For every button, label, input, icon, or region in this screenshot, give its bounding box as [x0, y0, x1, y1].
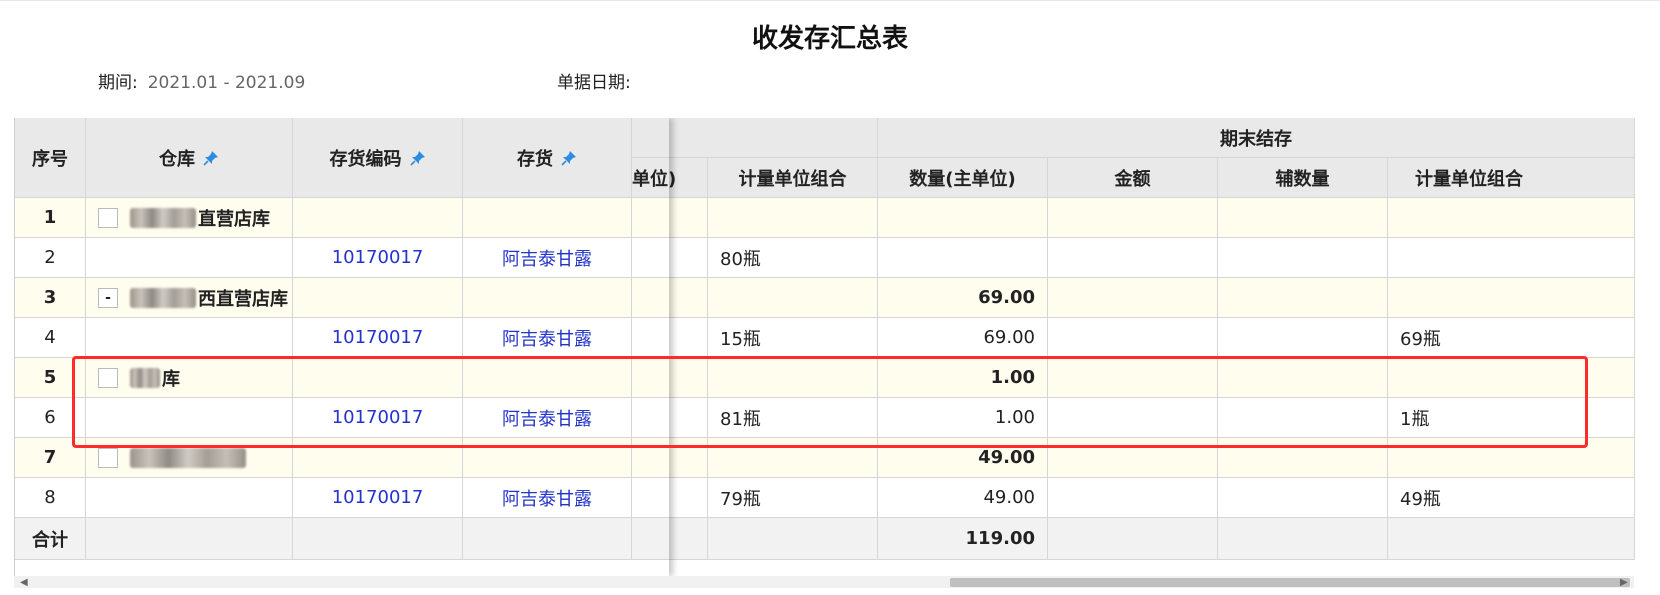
- header-aux-qty[interactable]: 辅数量: [1218, 158, 1388, 198]
- scroll-thumb[interactable]: [950, 578, 1630, 587]
- row-amount: [1048, 278, 1218, 318]
- row-amount: [1048, 198, 1218, 238]
- row-unit-combo: 15瓶: [708, 318, 878, 358]
- row-item[interactable]: 阿吉泰甘露: [463, 238, 632, 278]
- header-amount[interactable]: 金额: [1048, 158, 1218, 198]
- row-warehouse[interactable]: [86, 238, 293, 278]
- row-aux-qty: [1218, 278, 1388, 318]
- total-aux-qty: [1218, 518, 1388, 560]
- row-unit-combo: [708, 278, 878, 318]
- row-item[interactable]: [463, 278, 632, 318]
- row-qty-main: 69.00: [878, 278, 1048, 318]
- row-aux-qty: [1218, 318, 1388, 358]
- row-item[interactable]: [463, 198, 632, 238]
- row-warehouse[interactable]: 直营店库: [86, 198, 293, 238]
- expand-toggle[interactable]: [98, 207, 118, 228]
- row-unit-combo-end: [1388, 238, 1635, 278]
- header-warehouse-label: 仓库: [159, 148, 195, 170]
- report-title: 收发存汇总表: [751, 24, 908, 54]
- total-item: [463, 518, 632, 560]
- row-unit-combo: 79瓶: [708, 478, 878, 518]
- header-unit-combo[interactable]: 计量单位组合: [708, 158, 878, 198]
- row-seq: 8: [15, 478, 86, 518]
- doc-date-label: 单据日期:: [557, 73, 631, 93]
- header-item-code-label: 存货编码: [329, 148, 402, 170]
- summary-grid: 期末结存 单位) 计量单位组合 数量(主单位) 金额 辅数量 计量单位组合 80…: [14, 118, 1635, 576]
- frozen-columns: 序号 仓库 存货编码 存货 1 直营店库 2 10170017 阿吉泰甘露 3- 西直营店库…: [15, 118, 669, 576]
- period-label: 期间:: [98, 73, 138, 93]
- warehouse-name: 直营店库: [198, 208, 270, 230]
- total-amount: [1048, 518, 1218, 560]
- row-aux-qty: [1218, 478, 1388, 518]
- row-amount: [1048, 238, 1218, 278]
- header-unit-combo-end[interactable]: 计量单位组合: [1388, 158, 1635, 198]
- row-unit-combo-end: [1388, 278, 1635, 318]
- row-amount: [1048, 478, 1218, 518]
- row-item[interactable]: 阿吉泰甘露: [463, 478, 632, 518]
- top-divider: [0, 0, 1660, 1]
- row-unit-combo-end: [1388, 198, 1635, 238]
- redacted-warehouse-name: [130, 207, 196, 228]
- row-item-code[interactable]: 10170017: [293, 238, 463, 278]
- row-seq: 3: [15, 278, 86, 318]
- total-unit-combo-end: [1388, 518, 1635, 560]
- row-item-code[interactable]: [293, 198, 463, 238]
- header-warehouse[interactable]: 仓库: [86, 118, 293, 198]
- pin-icon[interactable]: [203, 150, 219, 166]
- row-item-code[interactable]: 10170017: [293, 478, 463, 518]
- highlight-annotation: [72, 356, 1588, 448]
- redacted-warehouse-name: [130, 287, 196, 308]
- scroll-left-arrow-icon[interactable]: ◀: [20, 577, 28, 588]
- total-item-code: [293, 518, 463, 560]
- row-amount: [1048, 318, 1218, 358]
- row-warehouse[interactable]: - 西直营店库: [86, 278, 293, 318]
- horizontal-scrollbar[interactable]: ◀ ▶: [14, 576, 1634, 588]
- row-qty-main: 49.00: [878, 478, 1048, 518]
- row-unit-combo-end: 49瓶: [1388, 478, 1635, 518]
- row-seq: 4: [15, 318, 86, 358]
- expand-toggle[interactable]: [98, 447, 118, 468]
- header-item[interactable]: 存货: [463, 118, 632, 198]
- row-qty-main: [878, 198, 1048, 238]
- pin-icon[interactable]: [409, 150, 426, 166]
- row-seq: 1: [15, 198, 86, 238]
- row-unit-combo: 80瓶: [708, 238, 878, 278]
- row-aux-qty: [1218, 238, 1388, 278]
- doc-date-field: 单据日期:: [557, 68, 631, 93]
- row-seq: 2: [15, 238, 86, 278]
- redacted-warehouse-name: [130, 447, 246, 468]
- total-warehouse: [86, 518, 293, 560]
- header-item-code[interactable]: 存货编码: [293, 118, 463, 198]
- row-item[interactable]: 阿吉泰甘露: [463, 318, 632, 358]
- row-unit-combo: [708, 198, 878, 238]
- row-qty-main: 69.00: [878, 318, 1048, 358]
- period-value[interactable]: 2021.01 - 2021.09: [148, 73, 306, 93]
- row-warehouse[interactable]: [86, 478, 293, 518]
- row-aux-qty: [1218, 198, 1388, 238]
- period-field: 期间: 2021.01 - 2021.09: [98, 68, 305, 93]
- row-item-code[interactable]: [293, 278, 463, 318]
- header-seq[interactable]: 序号: [15, 118, 86, 198]
- total-label: 合计: [15, 518, 86, 560]
- row-warehouse[interactable]: [86, 318, 293, 358]
- header-qty-main[interactable]: 数量(主单位): [878, 158, 1048, 198]
- header-ending-balance: 期末结存: [878, 118, 1635, 158]
- total-unit-combo: [708, 518, 878, 560]
- row-unit-combo-end: 69瓶: [1388, 318, 1635, 358]
- scroll-right-arrow-icon[interactable]: ▶: [1620, 577, 1628, 588]
- header-item-label: 存货: [517, 148, 553, 170]
- pin-icon[interactable]: [561, 150, 577, 166]
- expand-toggle[interactable]: -: [98, 287, 118, 308]
- total-qty: 119.00: [878, 518, 1048, 560]
- row-item-code[interactable]: 10170017: [293, 318, 463, 358]
- warehouse-name: 西直营店库: [198, 288, 288, 310]
- row-qty-main: [878, 238, 1048, 278]
